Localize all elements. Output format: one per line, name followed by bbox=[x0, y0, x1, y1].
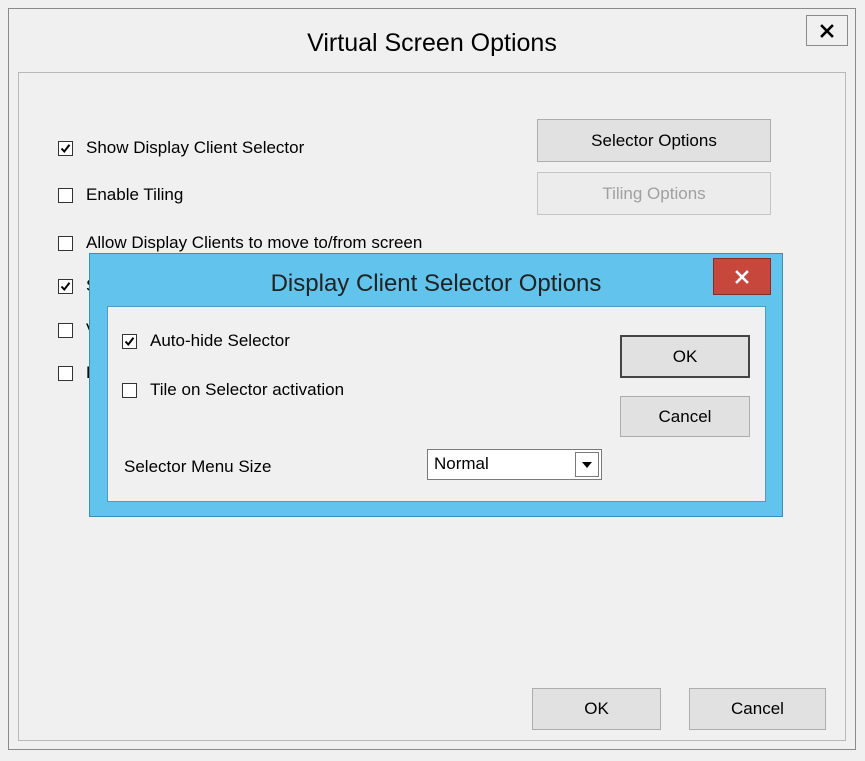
window-title: Virtual Screen Options bbox=[307, 29, 557, 57]
dialog-title: Display Client Selector Options bbox=[270, 270, 602, 297]
checkbox-label: Tile on Selector activation bbox=[150, 380, 345, 399]
dropdown-button[interactable] bbox=[575, 452, 599, 477]
checkbox-box[interactable] bbox=[122, 382, 137, 398]
selector-options-button[interactable]: Selector Options bbox=[537, 119, 771, 162]
selector-menu-size-label: Selector Menu Size bbox=[124, 457, 272, 476]
ok-button[interactable]: OK bbox=[532, 688, 661, 730]
show-display-client-selector-checkbox[interactable]: Show Display Client Selector bbox=[58, 138, 304, 158]
tile-on-selector-activation-checkbox[interactable]: Tile on Selector activation bbox=[122, 380, 344, 400]
checkmark-icon bbox=[60, 143, 71, 153]
tiling-options-button[interactable]: Tiling Options bbox=[537, 172, 771, 215]
checkmark-icon bbox=[124, 336, 135, 346]
close-button[interactable] bbox=[806, 15, 848, 46]
checkbox-box[interactable] bbox=[58, 140, 73, 156]
close-icon bbox=[820, 23, 834, 38]
checkbox-label: Enable Tiling bbox=[86, 185, 184, 204]
checkbox-box[interactable] bbox=[58, 278, 73, 294]
select-value: Normal bbox=[434, 454, 489, 473]
chevron-down-icon bbox=[582, 461, 592, 468]
checkbox-label: Show Display Client Selector bbox=[86, 138, 305, 157]
title-bar: Virtual Screen Options bbox=[9, 9, 855, 71]
checkbox-box[interactable] bbox=[58, 235, 73, 251]
dialog-cancel-button[interactable]: Cancel bbox=[620, 396, 750, 437]
allow-display-clients-move-checkbox[interactable]: Allow Display Clients to move to/from sc… bbox=[58, 233, 422, 253]
checkbox-box[interactable] bbox=[58, 365, 73, 381]
selector-menu-size-select[interactable]: Normal bbox=[427, 449, 602, 480]
auto-hide-selector-checkbox[interactable]: Auto-hide Selector bbox=[122, 331, 290, 351]
enable-tiling-checkbox[interactable]: Enable Tiling bbox=[58, 185, 183, 205]
checkbox-label: Auto-hide Selector bbox=[150, 331, 290, 350]
checkbox-box[interactable] bbox=[122, 333, 137, 349]
checkbox-label: Allow Display Clients to move to/from sc… bbox=[86, 233, 423, 252]
dialog-close-button[interactable] bbox=[713, 258, 771, 295]
display-client-selector-options-dialog: Display Client Selector Options Auto-hid… bbox=[89, 253, 783, 517]
checkbox-box[interactable] bbox=[58, 322, 73, 338]
cancel-button[interactable]: Cancel bbox=[689, 688, 826, 730]
checkmark-icon bbox=[60, 281, 71, 291]
close-icon bbox=[735, 269, 749, 284]
dialog-content: Auto-hide Selector Tile on Selector acti… bbox=[107, 306, 766, 502]
checkbox-box[interactable] bbox=[58, 187, 73, 203]
dialog-ok-button[interactable]: OK bbox=[620, 335, 750, 378]
